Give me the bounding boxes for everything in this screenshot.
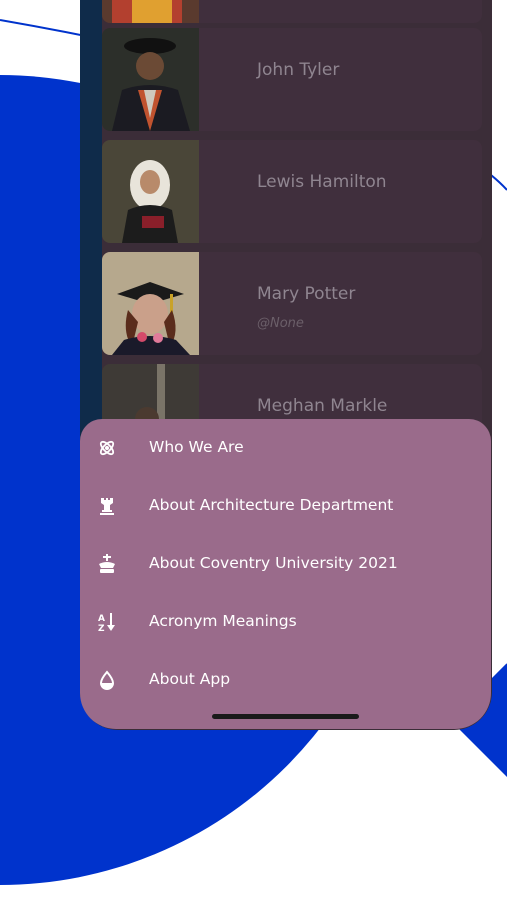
contact-name: Lewis Hamilton xyxy=(257,172,387,192)
contact-name: Mary Potter xyxy=(257,284,356,304)
menu-item-label: Acronym Meanings xyxy=(149,612,297,630)
menu-item-about-app[interactable]: About App xyxy=(80,656,491,704)
menu-item-label: About Architecture Department xyxy=(149,496,394,514)
atom-icon xyxy=(97,438,117,458)
rook-icon xyxy=(97,496,117,516)
contact-photo xyxy=(102,140,199,243)
contact-photo xyxy=(102,252,199,355)
menu-item-architecture[interactable]: About Architecture Department xyxy=(80,482,491,530)
menu-item-label: Who We Are xyxy=(149,438,244,456)
drop-icon xyxy=(97,670,117,690)
contact-card[interactable]: Lewis Hamilton xyxy=(102,140,482,243)
home-indicator[interactable] xyxy=(212,714,359,719)
svg-text:A: A xyxy=(98,614,105,624)
bottom-sheet-menu: Who We Are About Architecture Department… xyxy=(80,419,491,729)
svg-text:Z: Z xyxy=(98,624,105,632)
contact-card-partial[interactable] xyxy=(102,0,482,23)
menu-item-coventry[interactable]: About Coventry University 2021 xyxy=(80,540,491,588)
contact-name: John Tyler xyxy=(257,60,340,80)
contact-handle: @None xyxy=(257,316,304,331)
contact-card[interactable]: Mary Potter @None xyxy=(102,252,482,355)
menu-item-who-we-are[interactable]: Who We Are xyxy=(80,424,491,472)
contact-name: Meghan Markle xyxy=(257,396,388,416)
menu-item-label: About Coventry University 2021 xyxy=(149,554,398,572)
king-icon xyxy=(97,554,117,574)
menu-item-acronyms[interactable]: A Z Acronym Meanings xyxy=(80,598,491,646)
contact-photo xyxy=(102,0,199,23)
menu-item-label: About App xyxy=(149,670,231,688)
sort-alpha-icon: A Z xyxy=(97,612,117,632)
contact-card[interactable]: John Tyler xyxy=(102,28,482,131)
contact-photo xyxy=(102,28,199,131)
